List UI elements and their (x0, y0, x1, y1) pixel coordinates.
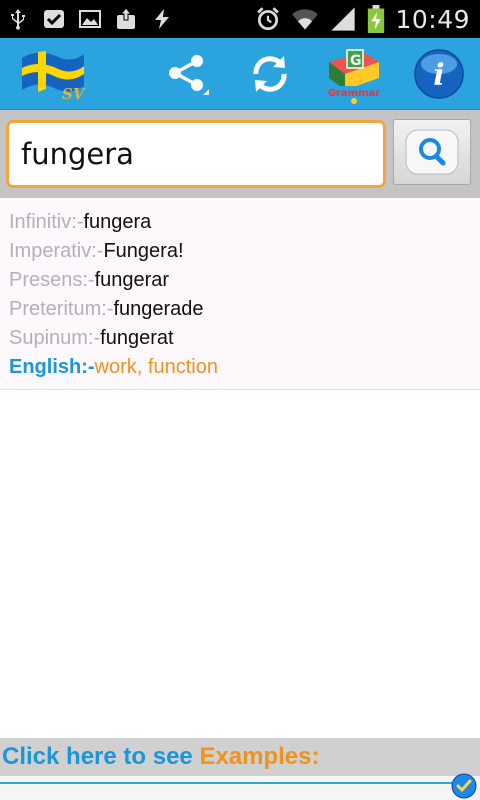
alarm-icon (257, 7, 280, 31)
system-indicators: 10:49 (255, 2, 470, 36)
sync-icon (155, 9, 169, 29)
expand-check-icon[interactable] (450, 772, 478, 800)
status-bar: 10:49 (0, 0, 480, 38)
conjugation-value: Fungera! (103, 240, 184, 262)
signal-icon (331, 7, 356, 31)
conjugation-label: Presens:- (9, 269, 95, 291)
image-icon (79, 10, 101, 28)
grammar-label: Grammar (328, 88, 380, 99)
upload-icon (117, 7, 135, 29)
footer-divider (0, 782, 452, 784)
search-input[interactable] (6, 120, 386, 188)
clock: 10:49 (395, 4, 470, 34)
info-icon: i (414, 49, 464, 99)
conjugation-results: Infinitiv:-fungera Imperativ:-Fungera! P… (0, 198, 480, 390)
examples-link-prefix: Click here to see (2, 743, 200, 770)
battery-charging-icon (368, 5, 385, 33)
english-translation-row: English:-work, function (9, 353, 480, 382)
conjugation-row-imperativ: Imperativ:-Fungera! (9, 237, 480, 266)
grammar-button[interactable]: G Grammar (322, 44, 386, 104)
share-button[interactable] (160, 44, 212, 104)
svg-text:i: i (433, 58, 444, 93)
notification-icons (6, 4, 174, 34)
usb-icon (11, 9, 25, 30)
english-value: work, function (94, 356, 218, 378)
refresh-icon (253, 56, 287, 92)
conjugation-row-supinum: Supinum:-fungerat (9, 324, 480, 353)
info-button[interactable]: i (412, 44, 466, 104)
check-badge-icon (44, 10, 64, 28)
conjugation-row-presens: Presens:-fungerar (9, 266, 480, 295)
conjugation-value: fungera (83, 211, 152, 233)
search-bar (0, 110, 480, 198)
english-label: English:- (9, 356, 95, 378)
conjugation-label: Supinum:- (9, 327, 101, 349)
language-code-label: SV (62, 85, 86, 102)
svg-text:G: G (350, 53, 362, 69)
app-toolbar: SV G Grammar i (0, 38, 480, 110)
grammar-book-icon: G Grammar (324, 49, 384, 104)
examples-footer: Click here to see Examples: (0, 738, 480, 800)
conjugation-row-preteritum: Preteritum:-fungerade (9, 295, 480, 324)
conjugation-label: Infinitiv:- (9, 211, 84, 233)
examples-link[interactable]: Click here to see Examples: (0, 738, 480, 776)
conjugation-label: Imperativ:- (9, 240, 104, 262)
language-flag-button[interactable]: SV (18, 44, 90, 104)
conjugation-value: fungerat (100, 327, 174, 349)
conjugation-row-infinitiv: Infinitiv:-fungera (9, 208, 480, 237)
conjugation-value: fungerade (113, 298, 204, 320)
refresh-button[interactable] (244, 44, 296, 104)
sweden-flag-icon: SV (22, 51, 86, 102)
search-button[interactable] (393, 119, 471, 185)
conjugation-value: fungerar (94, 269, 170, 291)
examples-link-highlight: Examples: (199, 743, 320, 770)
share-icon (169, 55, 209, 95)
wifi-icon (292, 9, 319, 30)
conjugation-label: Preteritum:- (9, 298, 114, 320)
search-icon (405, 129, 459, 175)
